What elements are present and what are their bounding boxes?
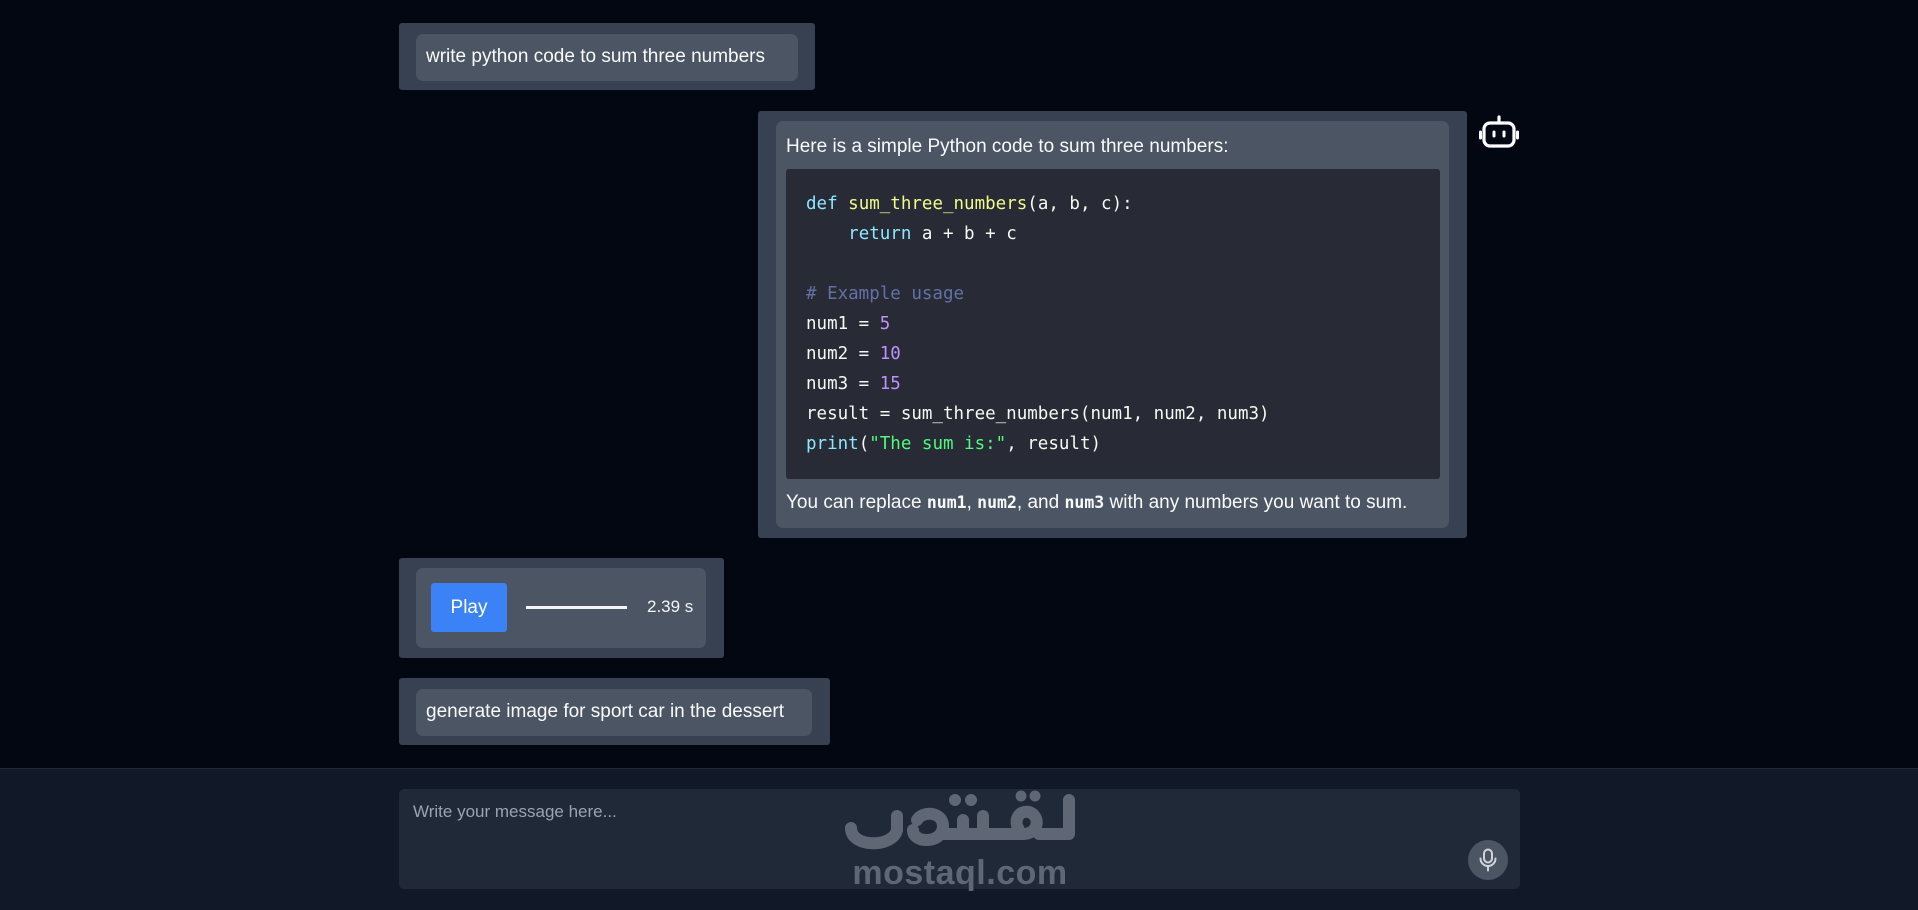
outro-text-part: , xyxy=(966,492,978,513)
message-input[interactable] xyxy=(399,789,1459,889)
code-line: result = sum_three_numbers(num1, num2, n… xyxy=(806,399,1420,429)
audio-progress-fill xyxy=(526,606,627,609)
message-bubble: write python code to sum three numbers xyxy=(416,34,798,81)
composer-box xyxy=(399,789,1520,889)
code-line: print("The sum is:", result) xyxy=(806,429,1420,459)
code-comment: # Example usage xyxy=(806,284,965,304)
message-intro-text: Here is a simple Python code to sum thre… xyxy=(786,136,1229,157)
code-text: num1 = xyxy=(806,314,880,334)
code-line: return a + b + c xyxy=(806,219,1420,249)
code-number: 15 xyxy=(879,374,901,394)
code-builtin: print xyxy=(806,434,859,454)
outro-text-part: , and xyxy=(1016,492,1065,513)
message-bubble: generate image for sport car in the dess… xyxy=(416,689,812,736)
code-number: 10 xyxy=(879,344,901,364)
code-line: num2 = 10 xyxy=(806,339,1420,369)
robot-icon xyxy=(1479,115,1519,148)
audio-player: Play 2.39 s xyxy=(416,568,706,648)
chat-area: write python code to sum three numbers H… xyxy=(0,0,1918,768)
code-line: def sum_three_numbers(a, b, c): xyxy=(806,189,1420,219)
code-function-name: sum_three_numbers xyxy=(848,194,1028,214)
code-text: num2 = xyxy=(806,344,880,364)
audio-message: Play 2.39 s xyxy=(399,558,724,658)
audio-progress-bar[interactable] xyxy=(526,606,627,609)
code-keyword: return xyxy=(848,224,912,244)
message-text: write python code to sum three numbers xyxy=(426,46,766,67)
code-line: num3 = 15 xyxy=(806,369,1420,399)
composer-bar xyxy=(0,768,1918,910)
message-text: generate image for sport car in the dess… xyxy=(426,701,785,722)
code-keyword: def xyxy=(806,194,838,214)
code-line: num1 = 5 xyxy=(806,309,1420,339)
user-message: write python code to sum three numbers xyxy=(399,23,815,90)
outro-text-part: with any numbers you want to sum. xyxy=(1104,492,1408,513)
audio-duration: 2.39 s xyxy=(647,597,694,616)
inline-code: num3 xyxy=(1064,493,1105,512)
code-text: result = sum_three_numbers(num1, num2, n… xyxy=(806,404,1270,424)
code-string: "The sum is:" xyxy=(869,434,1007,454)
code-text: (a, b, c): xyxy=(1027,194,1133,214)
play-button[interactable]: Play xyxy=(431,583,507,632)
inline-code: num1 xyxy=(926,493,967,512)
code-line: # Example usage xyxy=(806,279,1420,309)
microphone-button[interactable] xyxy=(1468,840,1508,880)
code-text: a + b + c xyxy=(911,224,1017,244)
message-outro-text: You can replace num1, num2, and num3 wit… xyxy=(786,491,1407,515)
message-bubble: Here is a simple Python code to sum thre… xyxy=(776,121,1449,528)
code-text: ( xyxy=(858,434,870,454)
code-text: num3 = xyxy=(806,374,880,394)
code-text: , result) xyxy=(1006,434,1102,454)
code-number: 5 xyxy=(879,314,891,334)
user-message: generate image for sport car in the dess… xyxy=(399,678,830,745)
outro-text-part: You can replace xyxy=(786,492,927,513)
assistant-message: Here is a simple Python code to sum thre… xyxy=(758,111,1467,538)
code-block: def sum_three_numbers(a, b, c): return a… xyxy=(786,169,1440,479)
inline-code: num2 xyxy=(977,493,1017,512)
microphone-icon xyxy=(1479,848,1497,872)
